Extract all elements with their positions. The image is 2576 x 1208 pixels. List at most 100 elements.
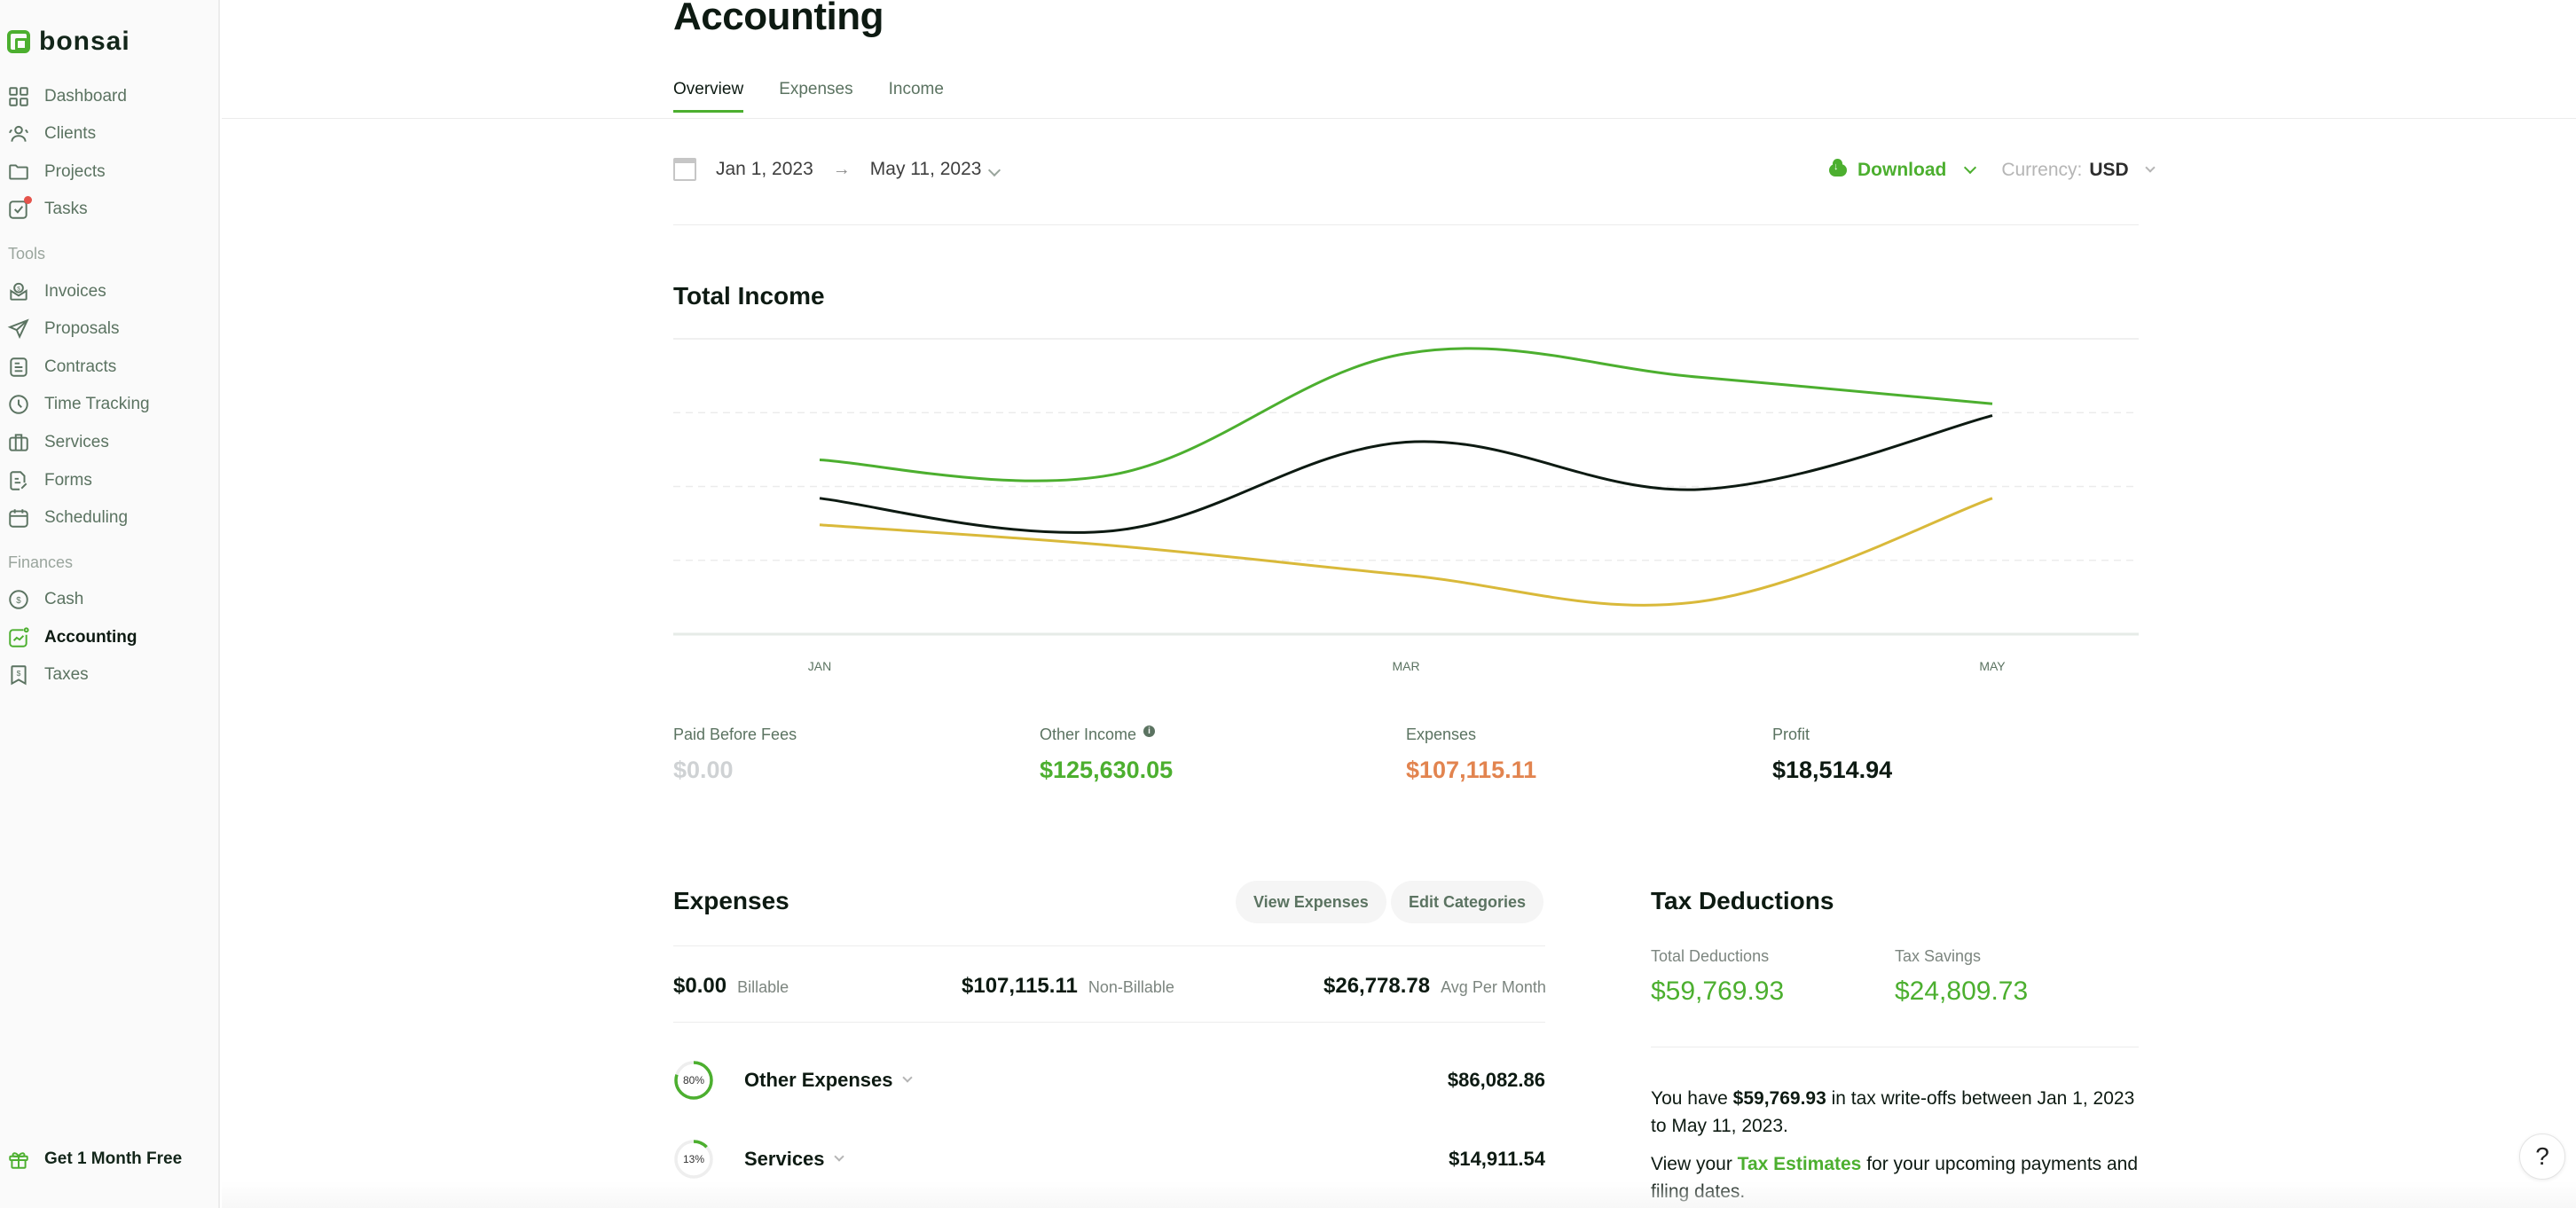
category-name-text: Services [744,1148,825,1170]
sidebar-item-label: Scheduling [44,508,129,527]
download-button[interactable]: Download [1829,159,1977,181]
sidebar-item-contracts[interactable]: Contracts [7,352,116,382]
date-range-picker[interactable]: Jan 1, 2023 → May 11, 2023 [673,158,1001,181]
stat-value: $24,809.73 [1895,977,2029,1006]
edit-categories-button[interactable]: Edit Categories [1391,881,1544,923]
promo-label: Get 1 Month Free [44,1149,183,1168]
tab-overview[interactable]: Overview [673,80,744,113]
sidebar-item-accounting[interactable]: Accounting [7,623,137,653]
series-line-other-income[interactable] [819,347,1993,482]
sidebar-section-tools: Tools [8,245,46,263]
arrow-right-icon: → [832,159,851,179]
clock-icon [7,393,30,416]
category-amount: $14,911.54 [1449,1148,1545,1170]
header-controls: Download Currency: USD [1829,159,2156,181]
sidebar-item-proposals[interactable]: Proposals [7,314,120,344]
series-line-profit[interactable] [819,414,1993,534]
sidebar-item-projects[interactable]: Projects [7,157,106,187]
sidebar-item-services[interactable]: Services [7,428,109,458]
expense-category-row[interactable]: 80% Other Expenses $86,082.86 [673,1058,1545,1102]
sidebar-item-label: Services [44,433,109,451]
send-icon [7,318,30,341]
sidebar-item-scheduling[interactable]: Scheduling [7,503,128,533]
tab-income[interactable]: Income [889,80,944,112]
sidebar-item-time-tracking[interactable]: Time Tracking [7,389,150,420]
currency-label: Currency: [2001,160,2083,180]
date-from[interactable]: Jan 1, 2023 [716,159,813,180]
sidebar-item-clients[interactable]: Clients [7,119,96,149]
chevron-down-icon [2145,162,2156,173]
sidebar-item-label: Accounting [44,628,137,647]
gift-icon [7,1148,30,1171]
text: View your [1651,1154,1738,1174]
tax-total-deductions: Total Deductions $59,769.93 [1651,947,1784,1007]
tax-savings: Tax Savings $24,809.73 [1895,947,2028,1007]
sidebar-item-cash[interactable]: $ Cash [7,584,83,615]
sidebar-item-label: Dashboard [44,87,127,106]
download-label: Download [1857,160,1947,180]
avg-label: Avg Per Month [1441,978,1546,996]
svg-text:$: $ [17,669,21,678]
tax-bookmark-icon: $ [7,663,30,686]
stat-value: $107,115.11 [1406,757,1537,783]
divider [673,945,1545,946]
sidebar-item-tasks[interactable]: Tasks [7,194,88,224]
stat-label: Expenses [1406,726,1477,743]
billable-summary: $0.00 Billable [673,974,789,999]
stat-label-text: Other Income [1040,726,1137,743]
sidebar-item-taxes[interactable]: $ Taxes [7,660,89,690]
tab-expenses[interactable]: Expenses [779,80,852,112]
form-icon [7,469,30,492]
logo-text: bonsai [39,27,130,56]
tax-estimates-text: View your Tax Estimates for your upcomin… [1651,1150,2148,1205]
sidebar-item-label: Taxes [44,665,89,684]
percent-ring: 80% [673,1060,714,1101]
avg-per-month-summary: $26,778.78 Avg Per Month [1323,974,1546,999]
series-line-expenses[interactable] [819,497,1993,607]
sidebar-item-invoices[interactable]: $ Invoices [7,277,106,307]
category-name[interactable]: Services [744,1148,844,1171]
date-to[interactable]: May 11, 2023 [870,159,1001,180]
notification-badge [24,196,32,204]
sidebar-item-label: Proposals [44,319,120,338]
expense-category-row[interactable]: 13% Services $14,911.54 [673,1137,1545,1181]
stat-value: $0.00 [673,757,734,783]
view-expenses-button[interactable]: View Expenses [1236,881,1386,923]
help-button[interactable]: ? [2519,1133,2565,1180]
tax-writeoff-text: You have $59,769.93 in tax write-offs be… [1651,1085,2148,1140]
sidebar-item-label: Forms [44,471,92,490]
bonsai-logo[interactable]: bonsai [7,27,130,57]
tax-estimates-link[interactable]: Tax Estimates [1738,1154,1862,1174]
category-name[interactable]: Other Expenses [744,1069,913,1092]
currency-select[interactable]: Currency: USD [2001,160,2156,181]
billable-label: Billable [737,978,789,996]
svg-text:$: $ [16,596,21,606]
sidebar-item-forms[interactable]: Forms [7,466,92,496]
promo-get-free-month[interactable]: Get 1 Month Free [7,1148,182,1171]
stat-other-income: Other Income i $125,630.05 [1040,726,1173,784]
invoice-icon: $ [7,280,30,303]
info-icon[interactable]: i [1143,726,1156,737]
page-title: Accounting [673,0,884,38]
sidebar-item-dashboard[interactable]: Dashboard [7,82,127,112]
bonsai-logo-icon [7,30,30,53]
sidebar-item-label: Invoices [44,282,106,301]
tabs: Overview Expenses Income [673,80,944,113]
stat-expenses: Expenses $107,115.11 [1406,726,1536,784]
sidebar-item-label: Clients [44,124,97,143]
total-income-title: Total Income [673,282,825,310]
dollar-circle-icon: $ [7,588,30,611]
chevron-down-icon [833,1151,844,1162]
avg-value: $26,778.78 [1323,974,1431,998]
svg-text:$: $ [17,286,20,292]
calendar-icon [7,506,30,529]
stat-paid-before-fees: Paid Before Fees $0.00 [673,726,797,784]
calendar-icon [673,158,696,181]
category-name-text: Other Expenses [744,1069,893,1091]
main-content: Accounting Overview Expenses Income Jan … [222,0,2576,1208]
tasks-icon [7,196,32,221]
x-tick-label: JAN [808,659,831,673]
total-income-chart: JAN MAR MAY [673,338,2139,673]
sidebar-item-label: Tasks [44,200,88,218]
percent-ring: 13% [673,1139,714,1180]
